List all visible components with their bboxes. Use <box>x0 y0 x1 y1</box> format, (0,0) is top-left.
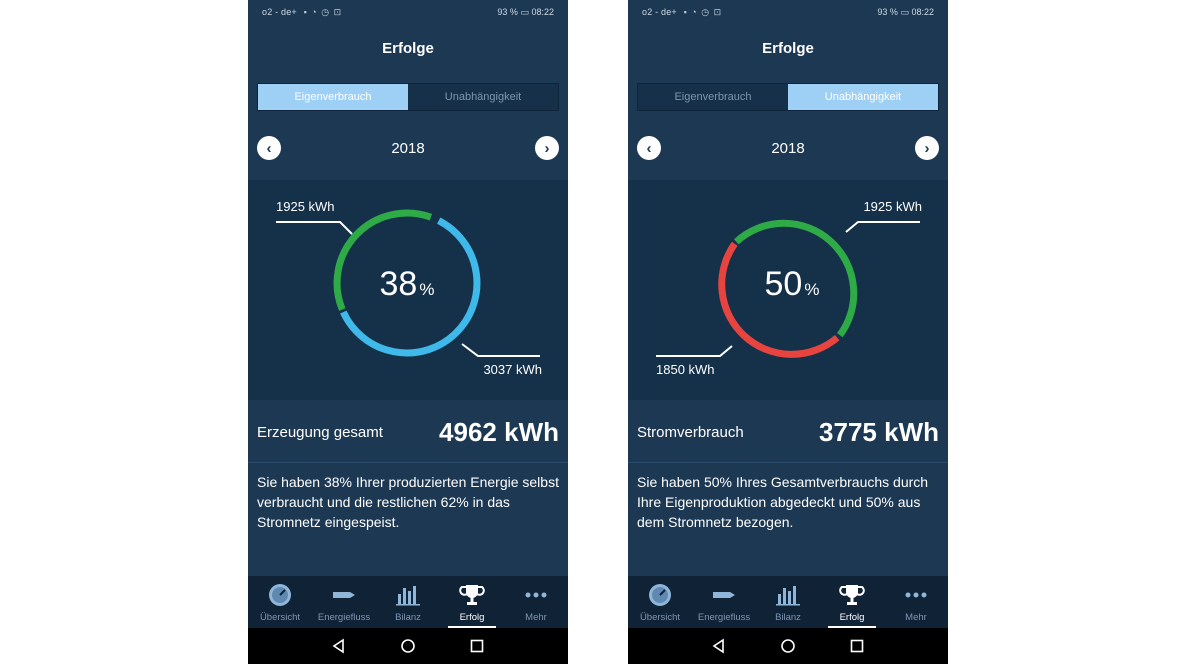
page-title: Erfolge <box>762 40 814 57</box>
nav-label: Energiefluss <box>317 612 371 623</box>
battery-label: 93 % <box>497 7 518 17</box>
nav-item-uebersicht[interactable]: Übersicht <box>628 576 692 628</box>
nav-item-erfolg[interactable]: Erfolg <box>820 576 884 628</box>
status-bar: o2 - de+ ▪ ◔ ◷ ⊡ 93 % ▭ 08:22 <box>248 0 568 24</box>
gauge-icon <box>269 584 291 606</box>
nav-item-erfolg[interactable]: Erfolg <box>440 576 504 628</box>
phone-screen-unabhaengigkeit: o2 - de+ ▪ ◔ ◷ ⊡ 93 % ▭ 08:22 Erfolge Ei… <box>628 0 948 664</box>
nav-label: Mehr <box>525 612 547 623</box>
recents-icon[interactable] <box>848 637 866 655</box>
total-value: 4962 kWh <box>439 417 559 447</box>
tab-unabhaengigkeit[interactable]: Unabhängigkeit <box>408 84 558 110</box>
status-icons: ▪ ◔ ◷ ⊡ <box>303 7 343 17</box>
year-selector: ‹ 2018 › <box>628 134 948 162</box>
bar-chart-icon <box>396 586 420 606</box>
trophy-icon <box>839 585 865 605</box>
nav-item-energiefluss[interactable]: Energiefluss <box>312 576 376 628</box>
home-icon[interactable] <box>399 637 417 655</box>
chart-label-bottom: 1850 kWh <box>656 362 715 377</box>
chart-percent-value: 50 <box>765 265 803 303</box>
nav-label: Bilanz <box>395 612 421 623</box>
leader-line-bottom <box>656 345 733 357</box>
leader-line-top <box>845 221 920 233</box>
trophy-icon <box>459 585 485 605</box>
status-icons: ▪ ◔ ◷ ⊡ <box>683 7 723 17</box>
system-nav-bar <box>248 628 568 664</box>
carrier-label: o2 - de+ <box>642 7 677 17</box>
nav-item-mehr[interactable]: Mehr <box>504 576 568 628</box>
clock-label: 08:22 <box>911 7 934 17</box>
segmented-control: Eigenverbrauch Unabhängigkeit <box>257 83 559 111</box>
chevron-right-icon: › <box>544 139 550 157</box>
nav-item-bilanz[interactable]: Bilanz <box>376 576 440 628</box>
tab-eigenverbrauch[interactable]: Eigenverbrauch <box>258 84 408 110</box>
nav-item-mehr[interactable]: Mehr <box>884 576 948 628</box>
gauge-icon <box>649 584 671 606</box>
phone-screen-eigenverbrauch: o2 - de+ ▪ ◔ ◷ ⊡ 93 % ▭ 08:22 Erfolge Ei… <box>248 0 568 664</box>
nav-label: Übersicht <box>639 612 681 623</box>
nav-label: Bilanz <box>775 612 801 623</box>
tab-eigenverbrauch[interactable]: Eigenverbrauch <box>638 84 788 110</box>
flow-arrow-icon <box>713 592 735 598</box>
segmented-control: Eigenverbrauch Unabhängigkeit <box>637 83 939 111</box>
donut-chart-panel: 1925 kWh 1850 kWh 50% <box>628 180 948 400</box>
leader-line-bottom <box>461 343 540 357</box>
year-label: 2018 <box>391 140 425 157</box>
chart-percent-unit: % <box>804 280 819 299</box>
nav-item-uebersicht[interactable]: Übersicht <box>248 576 312 628</box>
nav-item-energiefluss[interactable]: Energiefluss <box>692 576 756 628</box>
battery-icon: ▭ <box>520 7 529 17</box>
nav-label: Erfolg <box>839 612 865 623</box>
more-dots-icon <box>525 592 547 598</box>
next-year-button[interactable]: › <box>535 136 559 160</box>
battery-label: 93 % <box>877 7 898 17</box>
more-dots-icon <box>905 592 927 598</box>
chart-label-top: 1925 kWh <box>863 199 922 214</box>
nav-label: Energiefluss <box>697 612 751 623</box>
total-value: 3775 kWh <box>819 417 939 447</box>
carrier-label: o2 - de+ <box>262 7 297 17</box>
back-icon[interactable] <box>710 637 728 655</box>
battery-icon: ▭ <box>900 7 909 17</box>
chevron-right-icon: › <box>924 139 930 157</box>
home-icon[interactable] <box>779 637 797 655</box>
clock-label: 08:22 <box>531 7 554 17</box>
chart-percent: 50% <box>765 265 820 303</box>
chart-percent-value: 38 <box>380 265 418 303</box>
bottom-nav: Übersicht Energiefluss Bilanz Erfolg Meh… <box>248 576 568 628</box>
back-icon[interactable] <box>330 637 348 655</box>
status-bar: o2 - de+ ▪ ◔ ◷ ⊡ 93 % ▭ 08:22 <box>628 0 948 24</box>
tab-unabhaengigkeit[interactable]: Unabhängigkeit <box>788 84 938 110</box>
donut-chart: 1925 kWh 1850 kWh 50% <box>656 199 922 377</box>
total-row: Stromverbrauch 3775 kWh <box>628 400 948 463</box>
total-label: Stromverbrauch <box>637 424 744 441</box>
year-selector: ‹ 2018 › <box>248 134 568 162</box>
nav-label: Übersicht <box>259 612 301 623</box>
description-text: Sie haben 38% Ihrer produzierten Energie… <box>257 474 559 530</box>
chart-percent: 38% <box>380 265 435 303</box>
next-year-button[interactable]: › <box>915 136 939 160</box>
donut-chart: 1925 kWh 3037 kWh 38% <box>276 199 542 377</box>
nav-label: Erfolg <box>459 612 485 623</box>
chart-label-bottom: 3037 kWh <box>483 362 542 377</box>
chart-percent-unit: % <box>419 280 434 299</box>
system-nav-bar <box>628 628 948 664</box>
chart-label-top: 1925 kWh <box>276 199 335 214</box>
bar-chart-icon <box>776 586 800 606</box>
year-label: 2018 <box>771 140 805 157</box>
flow-arrow-icon <box>333 592 355 598</box>
total-row: Erzeugung gesamt 4962 kWh <box>248 400 568 463</box>
nav-item-bilanz[interactable]: Bilanz <box>756 576 820 628</box>
nav-label: Mehr <box>905 612 927 623</box>
leader-line-top <box>276 221 353 235</box>
recents-icon[interactable] <box>468 637 486 655</box>
total-label: Erzeugung gesamt <box>257 424 383 441</box>
bottom-nav: Übersicht Energiefluss Bilanz Erfolg Meh… <box>628 576 948 628</box>
page-title: Erfolge <box>382 40 434 57</box>
donut-chart-panel: 1925 kWh 3037 kWh 38% <box>248 180 568 400</box>
description-text: Sie haben 50% Ihres Gesamtverbrauchs dur… <box>637 474 929 530</box>
